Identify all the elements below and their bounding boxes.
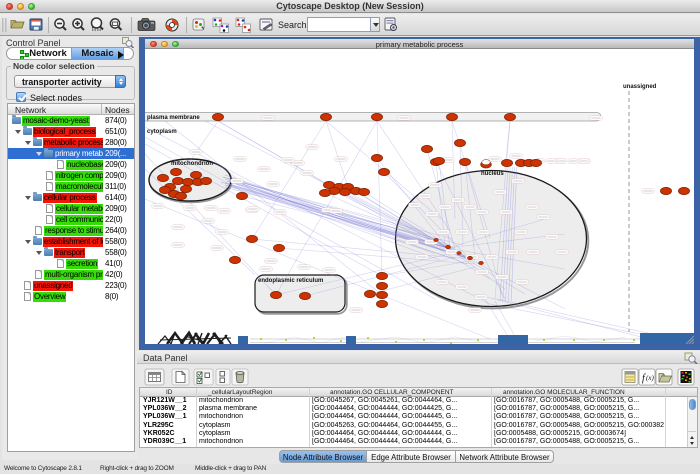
svg-text:plasma membrane: plasma membrane <box>147 115 200 121</box>
svg-text:nucleus: nucleus <box>481 171 504 177</box>
svg-text:cytoplasm: cytoplasm <box>147 129 177 135</box>
svg-text:(x): (x) <box>646 374 654 382</box>
svg-text:mitochondrion: mitochondrion <box>171 161 213 167</box>
svg-text:unassigned: unassigned <box>623 84 657 90</box>
svg-text:endoplasmic reticulum: endoplasmic reticulum <box>258 278 323 284</box>
